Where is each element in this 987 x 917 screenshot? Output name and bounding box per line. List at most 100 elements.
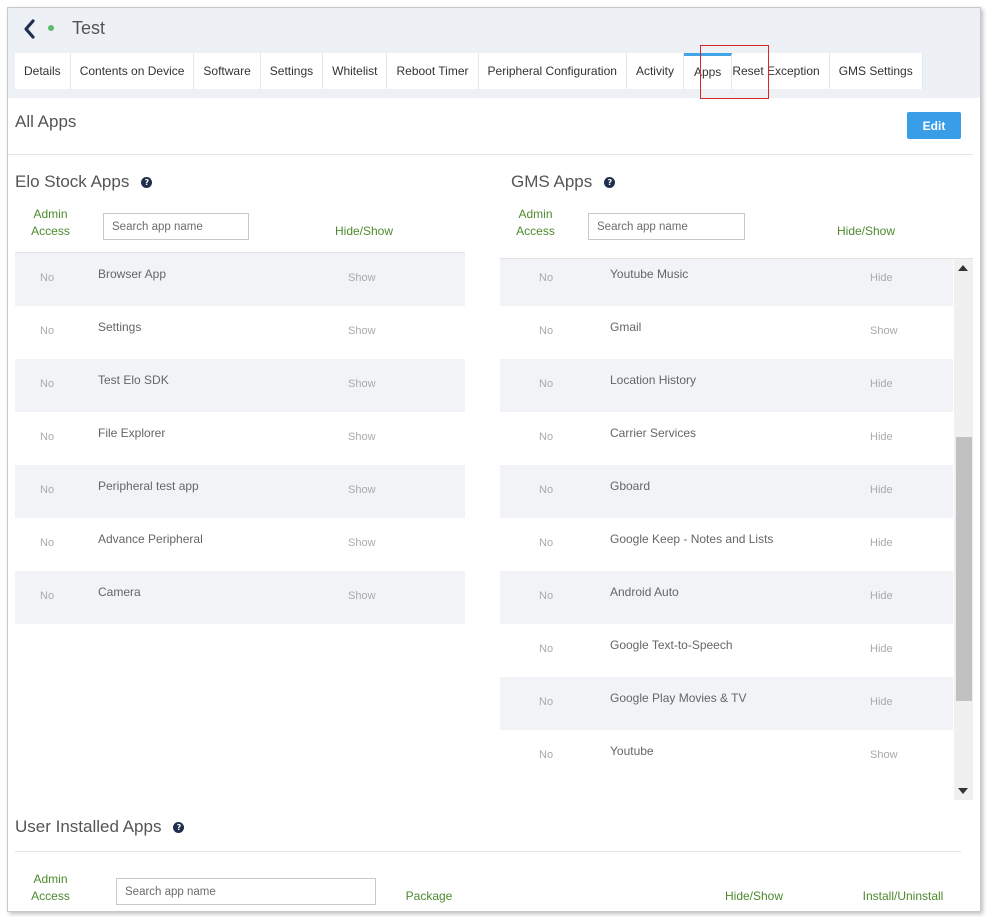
admin-access-value[interactable]: No <box>40 590 54 602</box>
tab-label: Details <box>24 64 61 78</box>
elo-stock-section-title: Elo Stock Apps ? <box>15 172 153 192</box>
tab-peripheral-configuration[interactable]: Peripheral Configuration <box>478 53 627 89</box>
hide-show-toggle[interactable]: Hide <box>870 431 893 443</box>
user-installed-section-title: User Installed Apps ? <box>15 817 185 837</box>
table-row: No Gmail Show <box>500 306 953 359</box>
admin-access-header: Admin Access <box>31 207 70 238</box>
admin-access-value[interactable]: No <box>539 537 553 549</box>
tab-reboot-timer[interactable]: Reboot Timer <box>387 53 479 89</box>
hide-show-toggle[interactable]: Show <box>348 378 376 390</box>
status-dot-icon <box>48 25 54 31</box>
hide-show-toggle[interactable]: Show <box>348 431 376 443</box>
table-row: No Peripheral test app Show <box>15 465 465 518</box>
admin-access-value[interactable]: No <box>539 484 553 496</box>
gms-title: GMS Apps <box>511 172 593 191</box>
back-arrow-icon[interactable] <box>22 18 36 40</box>
table-row: No Android Auto Hide <box>500 571 953 624</box>
app-name: Browser App <box>98 267 167 281</box>
tab-settings[interactable]: Settings <box>260 53 324 89</box>
scroll-down-arrow-icon[interactable] <box>958 788 968 794</box>
tab-label: Apps <box>693 64 722 79</box>
admin-access-value[interactable]: No <box>40 484 54 496</box>
hide-show-toggle[interactable]: Show <box>870 749 898 761</box>
app-name: Android Auto <box>610 585 679 599</box>
hide-show-toggle[interactable]: Show <box>348 590 376 602</box>
table-row: No Google Text-to-Speech Hide <box>500 624 953 677</box>
admin-access-value[interactable]: No <box>40 378 54 390</box>
admin-access-value[interactable]: No <box>40 325 54 337</box>
admin-access-header: Admin Access <box>31 872 70 903</box>
tab-label: GMS Settings <box>838 64 913 78</box>
gms-search-input[interactable] <box>588 213 745 240</box>
tab-reset-exception[interactable]: Reset Exception <box>732 53 830 89</box>
table-row: No Carrier Services Hide <box>500 412 953 465</box>
tab-label: Reboot Timer <box>396 64 469 78</box>
table-row: No Youtube Show <box>500 730 953 783</box>
scrollbar-thumb[interactable] <box>956 437 972 701</box>
admin-access-value[interactable]: No <box>539 378 553 390</box>
help-icon[interactable]: ? <box>604 176 616 188</box>
app-name: Location History <box>610 373 697 387</box>
admin-access-value[interactable]: No <box>539 325 553 337</box>
admin-access-value[interactable]: No <box>539 749 553 761</box>
hide-show-toggle[interactable]: Hide <box>870 484 893 496</box>
package-header: Package <box>405 889 453 903</box>
tab-gms-settings[interactable]: GMS Settings <box>829 53 923 89</box>
app-name: Google Text-to-Speech <box>610 638 733 652</box>
admin-access-value[interactable]: No <box>40 537 54 549</box>
hide-show-toggle[interactable]: Show <box>348 484 376 496</box>
device-header: Test Details Contents on Device Software… <box>8 8 980 99</box>
hide-show-header: Hide/Show <box>334 224 394 238</box>
app-name: Google Play Movies & TV <box>610 691 747 705</box>
divider <box>15 851 961 852</box>
scrollbar[interactable] <box>954 259 973 800</box>
table-row: No Test Elo SDK Show <box>15 359 465 412</box>
hide-show-toggle[interactable]: Hide <box>870 378 893 390</box>
tab-contents-on-device[interactable]: Contents on Device <box>70 53 195 89</box>
tab-software[interactable]: Software <box>194 53 261 89</box>
tab-bar: Details Contents on Device Software Sett… <box>15 53 923 89</box>
scroll-up-arrow-icon[interactable] <box>958 265 968 271</box>
table-row: No Browser App Show <box>15 253 465 306</box>
tab-label: Settings <box>269 64 314 78</box>
table-row: No Camera Show <box>15 571 465 624</box>
hide-show-toggle[interactable]: Hide <box>870 643 893 655</box>
user-search-input[interactable] <box>116 878 376 905</box>
table-row: No Google Keep - Notes and Lists Hide <box>500 518 953 571</box>
hide-show-toggle[interactable]: Hide <box>870 696 893 708</box>
tab-label: Peripheral Configuration <box>487 64 617 78</box>
admin-access-value[interactable]: No <box>40 272 54 284</box>
hide-show-toggle[interactable]: Show <box>348 537 376 549</box>
app-name: Youtube Music <box>610 267 689 281</box>
tab-activity[interactable]: Activity <box>626 53 684 89</box>
hide-show-toggle[interactable]: Hide <box>870 537 893 549</box>
elo-search-input[interactable] <box>103 213 249 240</box>
admin-access-value[interactable]: No <box>539 590 553 602</box>
tab-apps[interactable]: Apps <box>683 53 733 89</box>
elo-stock-title: Elo Stock Apps <box>15 172 130 191</box>
admin-access-value[interactable]: No <box>539 696 553 708</box>
app-name: Youtube <box>610 744 654 758</box>
app-name: Camera <box>98 585 141 599</box>
admin-access-value[interactable]: No <box>539 272 553 284</box>
table-row: No Location History Hide <box>500 359 953 412</box>
app-name: Gmail <box>610 320 642 334</box>
hide-show-toggle[interactable]: Hide <box>870 590 893 602</box>
admin-access-value[interactable]: No <box>40 431 54 443</box>
tab-whitelist[interactable]: Whitelist <box>323 53 388 89</box>
hide-show-toggle[interactable]: Hide <box>870 272 893 284</box>
app-name: File Explorer <box>98 426 166 440</box>
tab-details[interactable]: Details <box>15 53 71 89</box>
hide-show-toggle[interactable]: Show <box>348 272 376 284</box>
hide-show-toggle[interactable]: Show <box>348 325 376 337</box>
admin-access-value[interactable]: No <box>539 431 553 443</box>
page-title: Test <box>72 18 106 38</box>
hide-show-toggle[interactable]: Show <box>870 325 898 337</box>
app-window: Test Details Contents on Device Software… <box>7 7 981 912</box>
admin-access-value[interactable]: No <box>539 643 553 655</box>
help-icon[interactable]: ? <box>141 176 153 188</box>
help-icon[interactable]: ? <box>173 821 185 833</box>
edit-button[interactable]: Edit <box>907 112 961 139</box>
elo-stock-table: No Browser App Show No Settings Show No Test El… <box>15 253 465 625</box>
app-name: Settings <box>98 320 142 334</box>
